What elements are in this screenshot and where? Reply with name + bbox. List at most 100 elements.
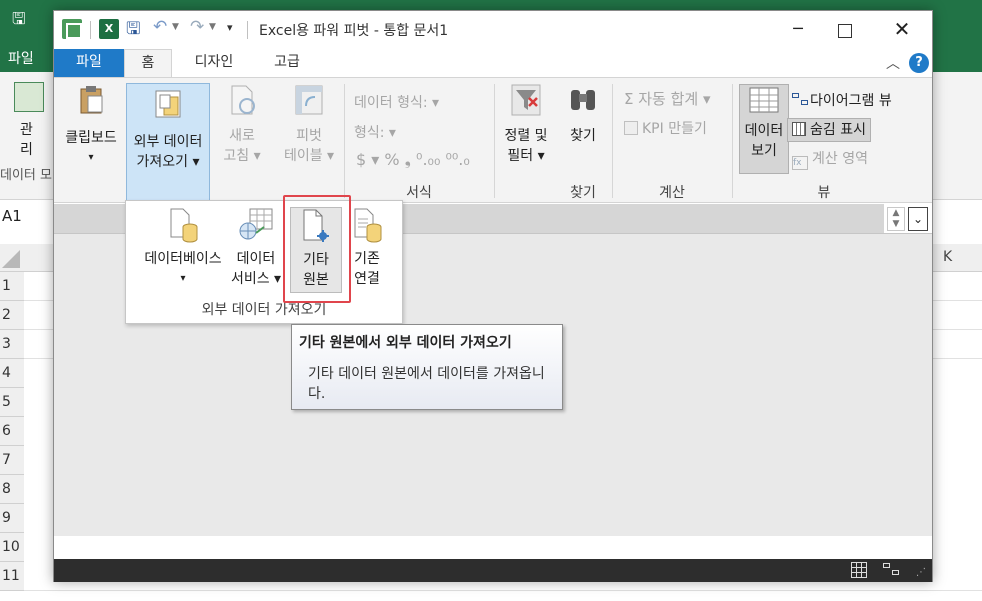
- row-header[interactable]: 3: [0, 330, 24, 359]
- save-icon[interactable]: 🖫: [126, 19, 146, 39]
- data-view-button[interactable]: 데이터 보기: [739, 84, 789, 174]
- binoculars-icon: [568, 84, 598, 116]
- diagram-view-icon: [792, 93, 810, 107]
- pivot-table-button[interactable]: 피벗 테이블 ▾: [278, 84, 340, 166]
- find-button[interactable]: 찾기: [560, 84, 606, 146]
- title-bar: X 🖫 ↶ ▼ ↷ ▼ ▾ Excel용 파워 피벗 - 통합 문서1 ─ ✕: [54, 11, 932, 49]
- clipboard-label: 클립보드: [65, 130, 117, 146]
- external-data-dropdown: 데이터베이스 ▾ 데이터 서비스 ▾ 기타 원본 기존 연결 외부 데이터 가져…: [125, 200, 403, 324]
- row-header[interactable]: 4: [0, 359, 24, 388]
- create-kpi-button[interactable]: KPI 만들기: [624, 118, 707, 138]
- row-header[interactable]: 10: [0, 533, 24, 562]
- highlight-box: [283, 195, 351, 303]
- ribbon: 클립보드 ▾ 외부 데이터 가져오기 ▾ 새로 고침 ▾ 피벗 테이블 ▾ 데이…: [54, 77, 932, 203]
- find-label: 찾기: [570, 128, 596, 144]
- tab-home[interactable]: 홈: [124, 49, 172, 77]
- undo-dropdown-icon[interactable]: ▼: [172, 22, 179, 32]
- find-group-label: 찾기: [570, 185, 596, 201]
- refresh-label: 새로: [229, 128, 255, 144]
- calculation-group-label: 계산: [659, 185, 685, 201]
- grid-view-icon[interactable]: [851, 562, 867, 578]
- calculation-area-label: 계산 영역: [812, 151, 868, 167]
- row-header[interactable]: 9: [0, 504, 24, 533]
- get-external-data-label: 외부 데이터: [133, 134, 203, 150]
- clipboard-button[interactable]: 클립보드 ▾: [58, 84, 124, 194]
- show-hidden-button[interactable]: 숨김 표시: [787, 118, 871, 142]
- column-header-k[interactable]: K: [943, 249, 952, 265]
- from-database-button[interactable]: 데이터베이스 ▾: [134, 207, 232, 289]
- undo-icon[interactable]: ↶: [153, 17, 167, 37]
- calculation-area-button[interactable]: fx 계산 영역: [792, 148, 868, 170]
- name-box[interactable]: A1: [0, 201, 55, 231]
- resize-grip-icon[interactable]: ⋰: [916, 567, 926, 578]
- ribbon-tabs: 파일 홈 디자인 고급 ︿ ?: [54, 49, 932, 77]
- tab-file[interactable]: 파일: [54, 49, 124, 77]
- maximize-button[interactable]: [822, 15, 866, 45]
- diagram-view-button[interactable]: 다이어그램 뷰: [792, 90, 892, 110]
- group-separator: [732, 84, 733, 198]
- from-data-service-button[interactable]: 데이터 서비스 ▾: [230, 207, 282, 289]
- autosum-button[interactable]: Σ 자동 합계 ▾: [624, 88, 711, 109]
- customize-qat-icon[interactable]: ▾: [227, 21, 233, 34]
- tooltip-title: 기타 원본에서 외부 데이터 가져오기: [299, 335, 512, 351]
- group-separator: [344, 84, 345, 198]
- format-dropdown[interactable]: 형식: ▾: [354, 122, 396, 142]
- refresh-label-2: 고침 ▾: [223, 148, 261, 164]
- power-pivot-manage-icon[interactable]: [14, 82, 44, 112]
- select-all-corner[interactable]: [2, 250, 20, 268]
- tab-advanced[interactable]: 고급: [262, 49, 312, 77]
- show-hidden-icon: [792, 122, 806, 136]
- row-header[interactable]: 7: [0, 446, 24, 475]
- data-service-label: 데이터: [236, 251, 276, 267]
- power-pivot-manage-label[interactable]: 관리: [20, 120, 40, 160]
- help-icon[interactable]: ?: [909, 53, 929, 73]
- window-title: Excel용 파워 피벗 - 통합 문서1: [259, 23, 449, 39]
- diagram-view-label: 다이어그램 뷰: [810, 93, 892, 109]
- group-separator: [612, 84, 613, 198]
- calculation-area-icon: fx: [792, 156, 808, 170]
- refresh-button[interactable]: 새로 고침 ▾: [214, 84, 270, 166]
- save-icon[interactable]: 🖫: [12, 10, 30, 28]
- clipboard-dropdown-arrow: ▾: [88, 152, 94, 163]
- sort-filter-button[interactable]: 정렬 및 필터 ▾: [498, 84, 554, 166]
- diagram-view-status-icon[interactable]: [883, 563, 901, 577]
- qat-separator: [90, 21, 91, 39]
- data-model-group-label: 데이터 모: [0, 168, 52, 183]
- collapse-ribbon-icon[interactable]: ︿: [886, 53, 900, 73]
- number-format-buttons[interactable]: $ ▾ % ❟ ⁰.₀₀ ⁰⁰.₀: [356, 150, 470, 170]
- redo-icon[interactable]: ↷: [190, 17, 204, 37]
- switch-to-excel-icon[interactable]: X: [99, 19, 119, 39]
- row-header[interactable]: 11: [0, 562, 24, 591]
- tab-strip: [54, 536, 932, 559]
- database-icon: [168, 207, 198, 243]
- data-view-icon: [749, 87, 779, 119]
- show-hidden-label: 숨김 표시: [810, 122, 866, 138]
- sort-filter-label-2: 필터 ▾: [507, 148, 545, 164]
- get-external-data-button[interactable]: 외부 데이터 가져오기 ▾: [126, 83, 210, 202]
- close-button[interactable]: ✕: [880, 15, 924, 45]
- group-separator: [494, 84, 495, 198]
- get-external-data-label-2: 가져오기 ▾: [136, 154, 200, 170]
- data-view-label-2: 보기: [751, 143, 777, 159]
- grid-line: [24, 590, 982, 591]
- database-label: 데이터베이스: [144, 251, 222, 267]
- external-data-icon: [153, 88, 183, 120]
- minimize-button[interactable]: ─: [776, 15, 820, 45]
- kpi-icon: [624, 121, 638, 135]
- redo-dropdown-icon[interactable]: ▼: [209, 22, 216, 32]
- tab-design[interactable]: 디자인: [184, 49, 244, 77]
- pivot-table-icon: [294, 84, 324, 116]
- row-header[interactable]: 2: [0, 301, 24, 330]
- row-header[interactable]: 8: [0, 475, 24, 504]
- row-header[interactable]: 1: [0, 272, 24, 301]
- existing-connections-icon: [352, 207, 382, 243]
- row-header[interactable]: 6: [0, 417, 24, 446]
- sort-filter-label: 정렬 및: [504, 128, 548, 144]
- excel-file-tab[interactable]: 파일: [8, 48, 34, 68]
- formula-scroll-icon[interactable]: ▲ ▼: [887, 207, 905, 231]
- row-header[interactable]: 5: [0, 388, 24, 417]
- expand-formula-icon[interactable]: ⌄: [908, 207, 928, 231]
- refresh-icon: [227, 84, 257, 116]
- power-pivot-logo-icon: [62, 19, 82, 39]
- data-type-dropdown[interactable]: 데이터 형식: ▾: [354, 92, 439, 112]
